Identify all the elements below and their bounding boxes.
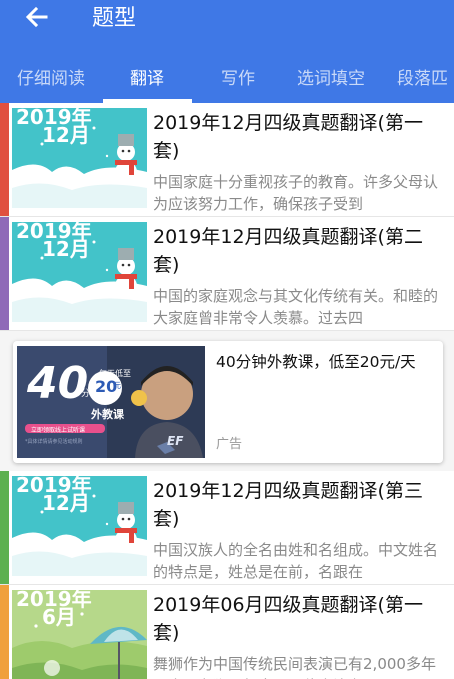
ad-image-number: 40	[27, 358, 89, 409]
tab-translation[interactable]: 翻译	[130, 68, 164, 90]
article-thumbnail: 2019年 12月	[12, 476, 147, 576]
color-bar	[0, 217, 9, 330]
article-thumbnail: 2019年 6月	[12, 590, 147, 679]
tab-cloze[interactable]: 选词填空	[297, 68, 365, 90]
article-title[interactable]: 2019年06月四级真题翻译(第一套)	[153, 591, 445, 647]
article-thumbnail: 2019年 12月	[12, 108, 147, 208]
ad-label: 广告	[216, 437, 243, 452]
ad-image-logo: EF	[167, 434, 184, 448]
article-title[interactable]: 2019年12月四级真题翻译(第二套)	[153, 223, 445, 279]
article-snippet: 中国家庭十分重视孩子的教育。许多父母认为应该努力工作，确保孩子受到	[153, 173, 439, 213]
color-bar	[0, 585, 9, 679]
article-title[interactable]: 2019年12月四级真题翻译(第三套)	[153, 477, 445, 533]
article-thumbnail: 2019年 12月	[12, 222, 147, 322]
ad-image-note: *具体详情请参见活动规则	[25, 439, 83, 445]
thumbnail-month: 6月	[42, 605, 76, 629]
ad-card[interactable]: 40 分钟 每天低至 20 元 外教课 立即领取线上试听课 *具体详情请参见活动…	[13, 341, 443, 463]
color-bar	[0, 471, 9, 584]
thumbnail-month: 12月	[42, 237, 90, 261]
app-bar: 题型 仔细阅读 翻译 写作 选词填空 段落匹	[0, 0, 454, 103]
ad-image-subtitle: 外教课	[91, 408, 124, 421]
thumbnail-month: 12月	[42, 491, 90, 515]
article-card[interactable]: 2019年 12月 2019年12月四级真题翻译(第一套) 中国家庭十分重视孩子…	[0, 103, 454, 217]
tab-reading[interactable]: 仔细阅读	[17, 68, 85, 90]
ad-image-button-text: 立即领取线上试听课	[31, 427, 86, 434]
page-title: 题型	[92, 6, 137, 31]
article-card[interactable]: 2019年 12月 2019年12月四级真题翻译(第三套) 中国汉族人的全名由姓…	[0, 471, 454, 585]
ad-title[interactable]: 40分钟外教课，低至20元/天	[216, 351, 436, 374]
article-title[interactable]: 2019年12月四级真题翻译(第一套)	[153, 109, 445, 165]
article-list[interactable]: 2019年 12月 2019年12月四级真题翻译(第一套) 中国家庭十分重视孩子…	[0, 103, 454, 679]
tab-writing[interactable]: 写作	[221, 68, 255, 90]
ad-image: 40 分钟 每天低至 20 元 外教课 立即领取线上试听课 *具体详情请参见活动…	[17, 346, 205, 458]
article-card[interactable]: 2019年 12月 2019年12月四级真题翻译(第二套) 中国的家庭观念与其文…	[0, 217, 454, 331]
tab-matching[interactable]: 段落匹	[397, 68, 448, 90]
back-arrow-icon[interactable]	[22, 2, 52, 32]
ad-image-price-unit: 元	[113, 381, 121, 390]
article-snippet: 中国的家庭观念与其文化传统有关。和睦的大家庭曾非常令人羡慕。过去四	[153, 287, 439, 327]
article-snippet: 中国汉族人的全名由姓和名组成。中文姓名的特点是，姓总是在前，名跟在	[153, 541, 439, 581]
tab-bar: 仔细阅读 翻译 写作 选词填空 段落匹	[0, 58, 454, 103]
thumbnail-month: 12月	[42, 123, 90, 147]
article-card[interactable]: 2019年 6月 2019年06月四级真题翻译(第一套) 舞狮作为中国传统民间表…	[0, 585, 454, 679]
color-bar	[0, 103, 9, 216]
article-snippet: 舞狮作为中国传统民间表演已有2,000多年历史。有狮子舞中，两位表演者	[153, 655, 436, 679]
